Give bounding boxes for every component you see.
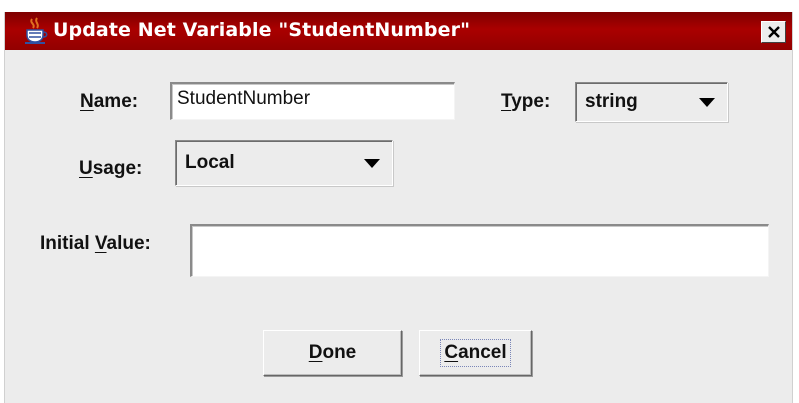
cancel-button[interactable]: Cancel [419,330,532,376]
name-field-value: StudentNumber [177,88,311,109]
cancel-button-label: Cancel [440,339,511,367]
type-selected-value: string [585,91,638,112]
chevron-down-icon [699,98,715,107]
usage-selected-value: Local [185,152,235,173]
type-label: Type: [501,91,551,112]
usage-dropdown[interactable]: Local [175,140,393,186]
done-button-label: Done [308,342,357,363]
dialog-window: Update Net Variable "StudentNumber" Name… [4,12,793,403]
close-button[interactable] [761,21,786,43]
close-x-icon [767,26,780,38]
done-button[interactable]: Done [263,330,402,376]
window-title: Update Net Variable "StudentNumber" [53,19,471,41]
name-label: Name: [80,91,139,112]
initial-value-field[interactable] [190,224,769,277]
type-dropdown[interactable]: string [575,82,728,122]
java-coffee-cup-icon [25,17,48,44]
usage-label: Usage: [79,158,143,179]
chevron-down-icon [364,159,380,168]
name-field[interactable]: StudentNumber [170,82,455,120]
title-bar[interactable]: Update Net Variable "StudentNumber" [5,12,792,50]
initial-value-label: Initial Value: [40,233,151,254]
